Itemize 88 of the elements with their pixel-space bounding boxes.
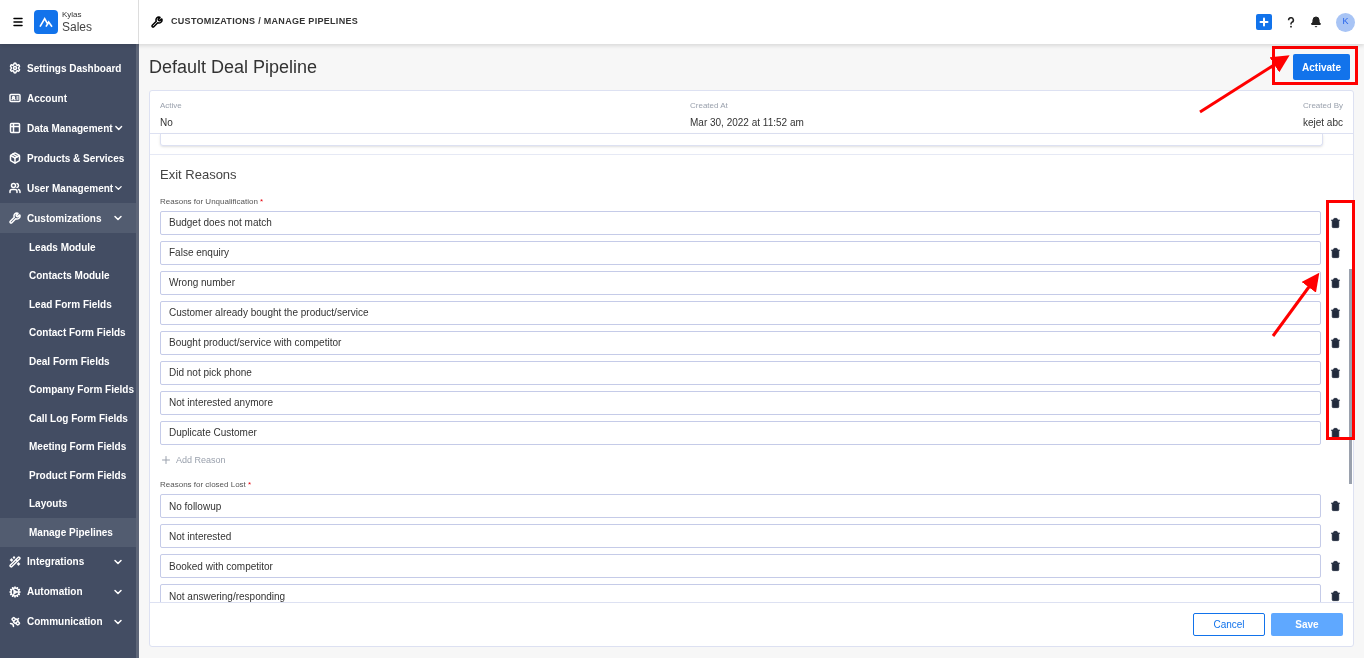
delete-button[interactable] <box>1330 246 1341 259</box>
sidebar-item[interactable]: Integrations <box>0 546 136 577</box>
reason-input[interactable]: Did not pick phone <box>160 360 1321 385</box>
delete-button[interactable] <box>1330 426 1341 439</box>
reason-input[interactable]: Not interested anymore <box>160 390 1321 415</box>
sidebar-item[interactable]: Communication <box>0 606 136 637</box>
delete-button[interactable] <box>1330 590 1341 602</box>
activate-button[interactable]: Activate <box>1293 54 1350 80</box>
sidebar-item[interactable]: Account <box>0 83 136 113</box>
sidebar-subitem[interactable]: Company Form Fields <box>0 375 136 404</box>
satellite-icon <box>9 615 21 628</box>
sidebar-item[interactable]: Automation <box>0 576 136 607</box>
sidebar-subitem[interactable]: Contact Form Fields <box>0 318 136 347</box>
brand-name: Kylas <box>62 11 83 19</box>
delete-button[interactable] <box>1330 396 1341 409</box>
trash-icon <box>1330 336 1341 349</box>
sidebar-subitem[interactable]: Contacts Module <box>0 261 136 290</box>
users-icon <box>9 182 21 194</box>
wand-icon <box>9 555 21 568</box>
trash-icon <box>1330 426 1341 439</box>
trash-icon <box>1330 396 1341 409</box>
trash-icon <box>1330 216 1341 229</box>
sidebar-item[interactable]: Customizations <box>0 203 136 233</box>
delete-button[interactable] <box>1330 366 1341 379</box>
annotation-arrow <box>1271 272 1320 337</box>
reason-input[interactable]: No followup <box>160 494 1321 518</box>
plus-icon <box>160 454 172 467</box>
field-label: Reasons for closed Lost * <box>160 479 253 491</box>
sidebar-item[interactable]: Data Management <box>0 113 136 143</box>
box-icon <box>9 152 21 164</box>
gear-icon <box>9 62 21 74</box>
delete-button[interactable] <box>1330 276 1341 289</box>
reason-input[interactable]: Duplicate Customer <box>160 420 1321 445</box>
trash-icon <box>1330 590 1341 602</box>
detail-label: Created At <box>690 100 729 112</box>
table-icon <box>9 122 21 134</box>
trash-icon <box>1330 306 1341 319</box>
detail-label: Active <box>160 100 183 112</box>
trash-icon <box>1330 530 1341 542</box>
page-title: Default Deal Pipeline <box>149 55 319 79</box>
reason-input[interactable]: False enquiry <box>160 240 1321 265</box>
sidebar-subitem[interactable]: Product Form Fields <box>0 461 136 490</box>
sidebar-subitem[interactable]: Lead Form Fields <box>0 290 136 319</box>
delete-button[interactable] <box>1330 530 1341 542</box>
reason-input[interactable]: Booked with competitor <box>160 554 1321 578</box>
reason-input[interactable]: Not answering/responding <box>160 584 1321 602</box>
delete-button[interactable] <box>1330 336 1341 349</box>
reason-input[interactable]: Wrong number <box>160 270 1321 295</box>
trash-icon <box>1330 246 1341 259</box>
reason-input[interactable]: Customer already bought the product/service <box>160 300 1321 325</box>
trash-icon <box>1330 366 1341 379</box>
detail-label: Created By <box>1302 100 1343 112</box>
trash-icon <box>1330 500 1341 512</box>
tools-icon <box>151 16 163 28</box>
menu-icon[interactable] <box>12 16 24 28</box>
bell-icon[interactable] <box>1310 16 1322 28</box>
trash-icon <box>1330 560 1341 572</box>
sidebar-subitem[interactable]: Call Log Form Fields <box>0 404 136 433</box>
field-label: Reasons for Unqualification * <box>160 195 265 208</box>
sidebar-item[interactable]: Products & Services <box>0 143 136 173</box>
sidebar-item[interactable]: User Management <box>0 173 136 203</box>
detail-value: No <box>160 116 174 130</box>
cogs-icon <box>9 585 21 598</box>
reason-input[interactable]: Budget does not match <box>160 210 1321 235</box>
section-title: Exit Reasons <box>160 166 238 184</box>
delete-button[interactable] <box>1330 500 1341 512</box>
cancel-button[interactable]: Cancel <box>1193 613 1265 636</box>
sidebar-subitem[interactable]: Manage Pipelines <box>0 518 136 547</box>
sidebar-subitem[interactable]: Layouts <box>0 489 136 518</box>
sidebar-item[interactable]: Settings Dashboard <box>0 53 136 83</box>
sidebar-subitem[interactable]: Leads Module <box>0 233 136 262</box>
id-card-icon <box>9 92 21 104</box>
sidebar-subitem[interactable]: Deal Form Fields <box>0 347 136 376</box>
detail-value: Mar 30, 2022 at 11:52 am <box>690 116 805 130</box>
reason-input[interactable]: Not interested <box>160 524 1321 548</box>
delete-button[interactable] <box>1330 306 1341 319</box>
trash-icon <box>1330 276 1341 289</box>
sidebar-subitem[interactable]: Meeting Form Fields <box>0 432 136 461</box>
delete-button[interactable] <box>1330 216 1341 229</box>
delete-button[interactable] <box>1330 560 1341 572</box>
logo-icon <box>34 10 58 34</box>
brand-product: Sales <box>62 21 93 33</box>
reason-input[interactable]: Bought product/service with competitor <box>160 330 1321 355</box>
detail-value: kejet abc <box>1302 116 1343 130</box>
add-button[interactable] <box>1256 14 1272 30</box>
tools-icon <box>9 212 21 224</box>
help-icon[interactable] <box>1286 15 1296 29</box>
breadcrumb: CUSTOMIZATIONS / MANAGE PIPELINES <box>171 15 359 29</box>
